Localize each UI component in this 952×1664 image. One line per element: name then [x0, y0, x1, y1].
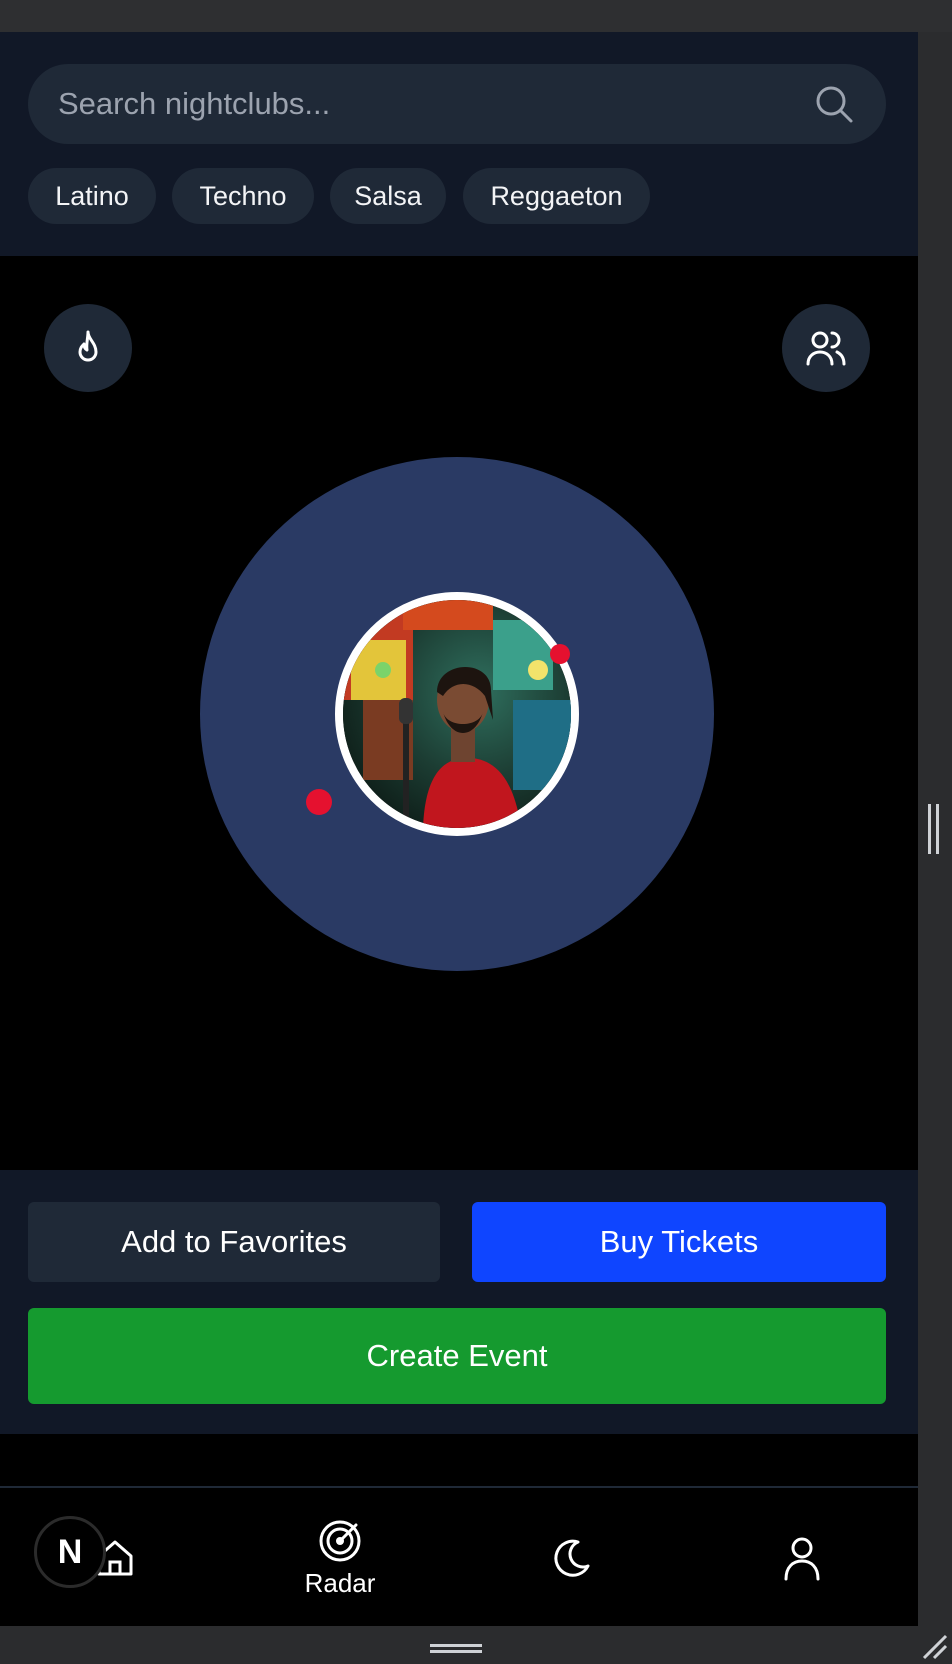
- resize-handle-bar[interactable]: [936, 804, 939, 854]
- genre-chip-techno[interactable]: Techno: [172, 168, 314, 224]
- resize-corner-icon[interactable]: [920, 1632, 948, 1660]
- search-bar[interactable]: [28, 64, 886, 144]
- drag-handle-line[interactable]: [430, 1644, 482, 1647]
- search-input[interactable]: [58, 64, 798, 144]
- add-to-favorites-button[interactable]: Add to Favorites: [28, 1202, 440, 1282]
- genre-chip-latino[interactable]: Latino: [28, 168, 156, 224]
- window-bottom-bar: [0, 1626, 952, 1664]
- nearby-club-marker[interactable]: [306, 789, 332, 815]
- nav-item-profile[interactable]: [752, 1488, 852, 1626]
- right-gutter: [918, 32, 952, 1626]
- window-top-bar: [0, 0, 952, 32]
- performer-avatar[interactable]: [335, 592, 579, 836]
- flame-icon: [78, 330, 98, 362]
- nav-item-radar[interactable]: Radar: [280, 1488, 400, 1626]
- performer-photo: [343, 600, 571, 828]
- create-event-button[interactable]: Create Event: [28, 1308, 886, 1404]
- moon-icon: [554, 1539, 590, 1577]
- app-screen: Latino Techno Salsa Reggaeton: [0, 32, 918, 1626]
- action-panel: Add to Favorites Buy Tickets Create Even…: [0, 1170, 918, 1434]
- genre-chip-salsa[interactable]: Salsa: [330, 168, 446, 224]
- genre-chip-reggaeton[interactable]: Reggaeton: [463, 168, 650, 224]
- users-icon: [806, 331, 846, 366]
- bottom-nav: Radar N: [0, 1486, 918, 1626]
- nav-label-radar: Radar: [304, 1567, 376, 1598]
- nav-item-night[interactable]: [520, 1488, 620, 1626]
- dev-overlay-badge[interactable]: N: [34, 1516, 106, 1588]
- friends-button[interactable]: [782, 304, 870, 392]
- radar-icon: [319, 1520, 361, 1561]
- resize-handle-bar[interactable]: [928, 804, 931, 854]
- drag-handle-line[interactable]: [430, 1650, 482, 1653]
- user-icon: [784, 1537, 820, 1581]
- hot-button[interactable]: [44, 304, 132, 392]
- buy-tickets-button[interactable]: Buy Tickets: [472, 1202, 886, 1282]
- nearby-club-marker[interactable]: [550, 644, 570, 664]
- window-frame: Latino Techno Salsa Reggaeton: [0, 0, 952, 1664]
- search-icon[interactable]: [814, 84, 854, 124]
- header: Latino Techno Salsa Reggaeton: [0, 32, 918, 256]
